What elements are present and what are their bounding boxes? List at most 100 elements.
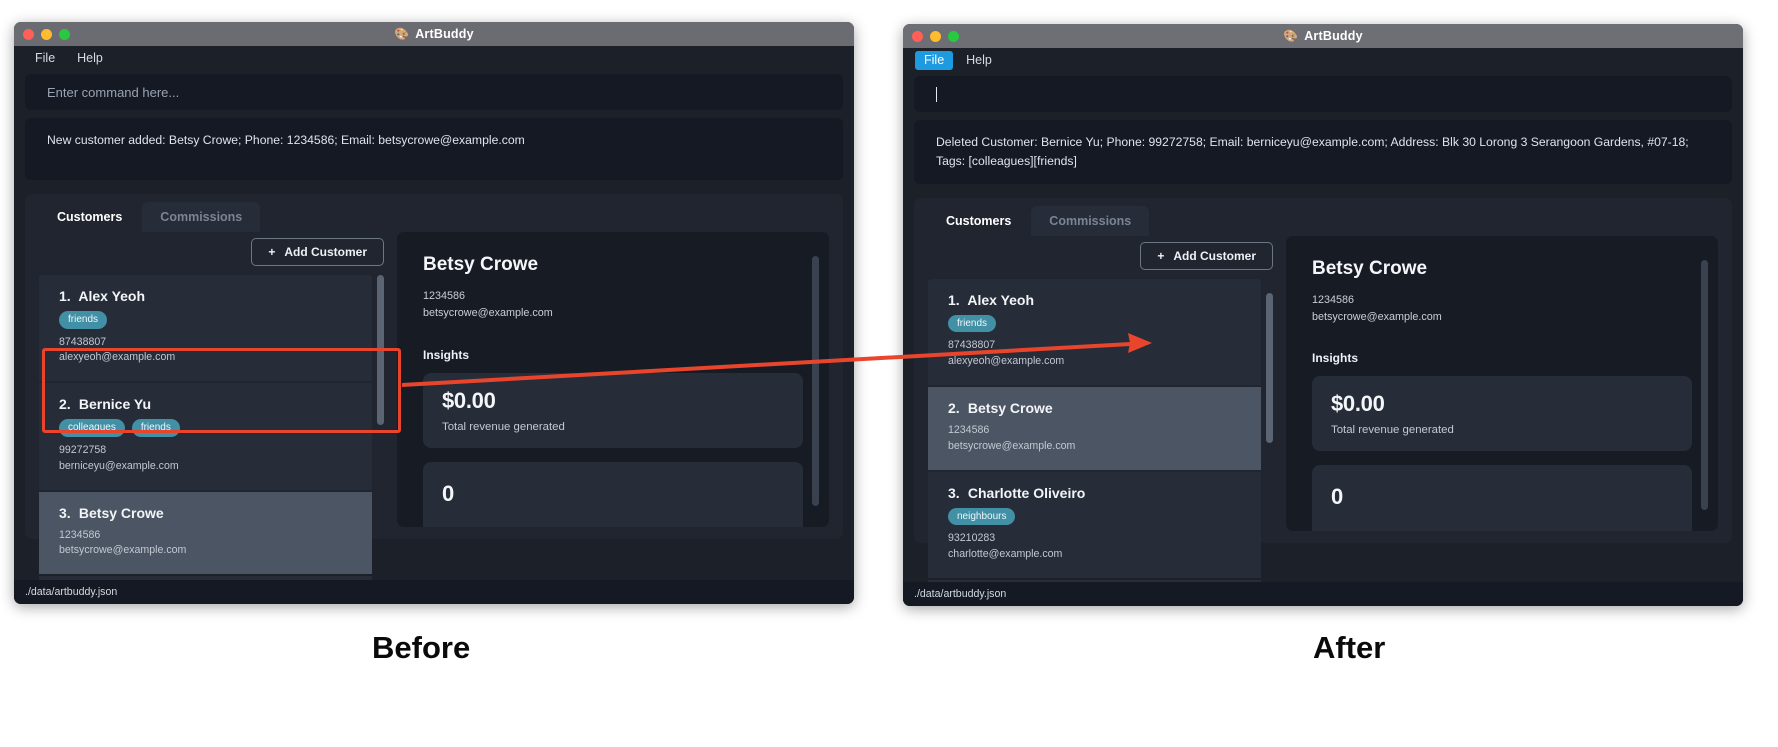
after-panes: + Add Customer 1. Alex Yeoh friends 8743… [914,235,1732,606]
after-tabs: Customers Commissions [914,198,1732,236]
customer-index: 3. [59,504,71,521]
stat-card-commissions: 0 Commissions [423,461,803,527]
after-titlebar: 🎨 ArtBuddy [903,24,1743,48]
customer-name: 1. Alex Yeoh [948,292,1241,308]
tab-commissions[interactable]: Commissions [142,202,261,232]
list-item[interactable]: 3. Charlotte Oliveiro neighbours 9321028… [928,471,1261,579]
tab-customers[interactable]: Customers [928,205,1030,236]
tag-chip: friends [59,311,108,329]
before-status-path: ./data/artbuddy.json [25,586,118,598]
customer-name: 2. Betsy Crowe [948,400,1241,416]
before-list-scroll-thumb[interactable] [377,275,384,425]
comparison-stage: 🎨 ArtBuddy File Help Enter command here.… [0,0,1778,747]
customer-name: 3. Charlotte Oliveiro [948,485,1241,501]
before-list-scrollbar[interactable] [377,275,384,604]
customer-phone: 87438807 [948,339,996,352]
after-result-display: Deleted Customer: Bernice Yu; Phone: 992… [914,120,1732,184]
before-customer-list[interactable]: 1. Alex Yeoh friends 87438807 alexyeoh@e… [39,275,372,604]
customer-phone: 99272758 [59,443,107,456]
stat-card-commissions: 0 Commissions [1312,465,1692,531]
stat-card-revenue: $0.00 Total revenue generated [1312,376,1692,452]
list-item[interactable]: 1. Alex Yeoh friends 87438807 alexyeoh@e… [928,278,1261,386]
list-item[interactable]: 2. Betsy Crowe 1234586 betsycrowe@exampl… [928,387,1261,470]
customer-index: 2. [948,400,960,417]
list-item[interactable]: 1. Alex Yeoh friends 87438807 alexyeoh@e… [39,275,372,382]
after-list-scrollbar[interactable] [1266,279,1273,606]
after-customer-list[interactable]: 1. Alex Yeoh friends 87438807 alexyeoh@e… [928,278,1261,606]
after-customer-list-pane: + Add Customer 1. Alex Yeoh friends 8743… [928,236,1273,606]
before-titlebar: 🎨 ArtBuddy [14,22,854,46]
detail-email: betsycrowe@example.com [423,307,553,320]
palette-icon: 🎨 [1283,29,1299,43]
after-command-input[interactable] [914,76,1732,112]
stat-value: $0.00 [442,387,496,413]
customer-phone: 1234586 [948,424,990,437]
after-detail-scrollbar[interactable] [1701,259,1708,510]
menu-file[interactable]: File [26,49,64,68]
before-content-card: Customers Commissions + Add Customer 1. … [25,194,843,604]
insights-heading: Insights [1312,351,1359,366]
tab-commissions[interactable]: Commissions [1031,205,1150,236]
after-menubar: File Help [903,48,1743,73]
minimize-window-button[interactable] [930,30,941,42]
list-item[interactable]: 2. Bernice Yu colleagues friends 9927275… [39,383,372,490]
after-caption: After [1313,630,1386,665]
text-caret [936,86,937,102]
customer-tags: friends [59,311,352,329]
before-result-display: New customer added: Betsy Crowe; Phone: … [25,118,843,180]
before-status-bar: ./data/artbuddy.json [14,580,854,604]
after-content-card: Customers Commissions + Add Customer 1. … [914,197,1732,606]
after-add-row: + Add Customer [928,236,1273,279]
close-window-button[interactable] [912,30,923,42]
menu-help[interactable]: Help [68,49,112,68]
tag-chip: friends [131,419,180,437]
before-window-title: ArtBuddy [415,27,474,41]
menu-file[interactable]: File [915,51,954,70]
close-window-button[interactable] [23,28,34,40]
before-customer-list-pane: + Add Customer 1. Alex Yeoh friends 8743… [39,232,384,604]
after-list-scroll-thumb[interactable] [1266,292,1273,443]
customer-index: 1. [948,291,960,308]
customer-tags: colleagues friends [59,419,352,437]
stat-value: 0 [1331,484,1343,510]
list-item[interactable]: 3. Betsy Crowe 1234586 betsycrowe@exampl… [39,491,372,575]
after-window-title: ArtBuddy [1304,29,1363,43]
customer-email: betsycrowe@example.com [948,439,1076,452]
before-traffic-lights[interactable] [23,28,70,40]
after-traffic-lights[interactable] [912,30,959,42]
customer-email: betsycrowe@example.com [59,544,187,557]
customer-tags: neighbours [948,507,1241,526]
stat-caption: Total revenue generated [1331,424,1454,437]
customer-phone: 87438807 [59,335,107,348]
before-result-text: New customer added: Betsy Crowe; Phone: … [47,133,525,147]
before-panes: + Add Customer 1. Alex Yeoh friends 8743… [25,232,843,604]
plus-icon: + [1157,248,1165,263]
maximize-window-button[interactable] [948,30,959,42]
add-customer-button[interactable]: + Add Customer [1140,241,1273,270]
customer-email: berniceyu@example.com [59,459,179,472]
before-command-placeholder: Enter command here... [47,84,180,100]
after-app-body: Deleted Customer: Bernice Yu; Phone: 992… [903,76,1743,606]
after-window: 🎨 ArtBuddy File Help Deleted Customer: B… [903,24,1743,606]
customer-name-text: Alex Yeoh [967,291,1035,308]
after-window-title-group: 🎨 ArtBuddy [903,24,1743,48]
customer-name-text: Alex Yeoh [78,288,146,304]
maximize-window-button[interactable] [59,28,70,40]
customer-index: 1. [59,288,71,304]
after-status-path: ./data/artbuddy.json [914,588,1007,600]
after-detail-pane: Betsy Crowe 1234586 betsycrowe@example.c… [1286,235,1718,531]
before-detail-scrollbar[interactable] [812,256,819,506]
before-command-input[interactable]: Enter command here... [25,74,843,110]
stat-value: $0.00 [1331,391,1385,417]
add-customer-button[interactable]: + Add Customer [251,238,384,266]
menu-help[interactable]: Help [957,51,1001,70]
customer-name-text: Bernice Yu [78,396,152,413]
before-list-wrap: 1. Alex Yeoh friends 87438807 alexyeoh@e… [39,275,384,604]
tab-customers[interactable]: Customers [39,202,141,232]
before-detail-pane: Betsy Crowe 1234586 betsycrowe@example.c… [397,232,829,527]
stat-caption: Total revenue generated [442,420,565,433]
insights-heading: Insights [423,347,470,362]
detail-phone: 1234586 [1312,293,1355,306]
minimize-window-button[interactable] [41,28,52,40]
stat-card-revenue: $0.00 Total revenue generated [423,372,803,448]
